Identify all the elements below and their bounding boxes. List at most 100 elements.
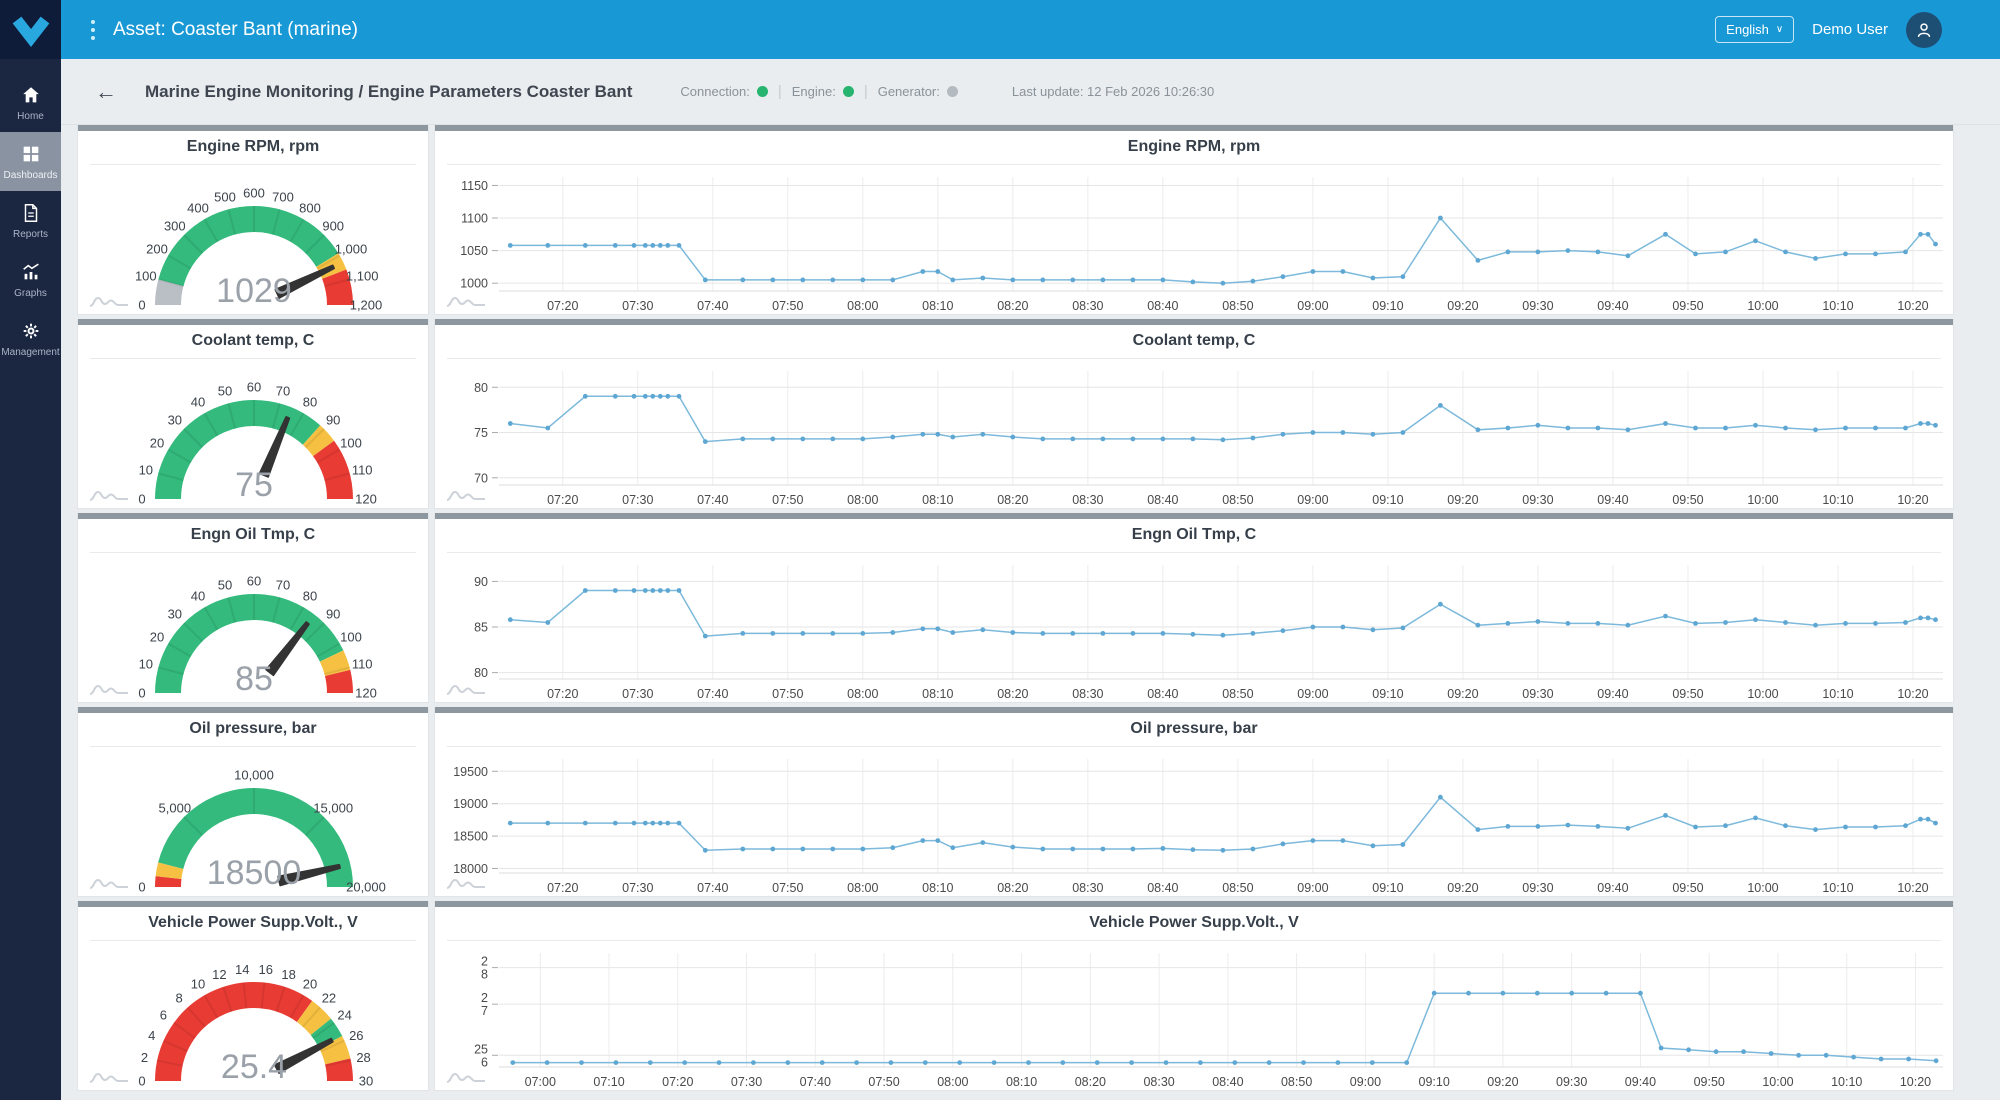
svg-text:100: 100 xyxy=(340,436,362,451)
svg-text:09:10: 09:10 xyxy=(1372,493,1403,507)
svg-text:1150: 1150 xyxy=(461,179,488,193)
sidebar-item-dashboards[interactable]: Dashboards xyxy=(0,132,61,191)
sparkline-toggle-icon[interactable] xyxy=(88,486,132,504)
svg-text:09:20: 09:20 xyxy=(1487,1075,1518,1089)
svg-text:07:20: 07:20 xyxy=(662,1075,693,1089)
svg-text:400: 400 xyxy=(187,201,209,216)
svg-text:10:20: 10:20 xyxy=(1897,493,1928,507)
svg-text:07:30: 07:30 xyxy=(622,687,653,701)
svg-text:07:50: 07:50 xyxy=(772,687,803,701)
sidebar-item-home[interactable]: Home xyxy=(0,73,61,132)
svg-text:800: 800 xyxy=(299,201,321,216)
svg-text:09:40: 09:40 xyxy=(1625,1075,1656,1089)
trend-chart[interactable]: 07:20 07:30 07:40 07:50 08:00 08:10 08:20 08:30… xyxy=(435,749,1954,897)
status-dot xyxy=(756,86,768,97)
sparkline-toggle-icon[interactable] xyxy=(445,1068,489,1086)
status-connection: Connection: xyxy=(680,84,768,99)
svg-text:07:50: 07:50 xyxy=(868,1075,899,1089)
sidebar-item-label: Dashboards xyxy=(3,170,58,181)
svg-text:09:50: 09:50 xyxy=(1672,493,1703,507)
svg-text:1029: 1029 xyxy=(216,272,292,310)
svg-text:80: 80 xyxy=(474,666,488,680)
card-top-strip xyxy=(435,901,1953,907)
svg-text:08:00: 08:00 xyxy=(847,687,878,701)
svg-text:85: 85 xyxy=(474,621,488,635)
svg-text:08:30: 08:30 xyxy=(1072,687,1103,701)
svg-text:09:10: 09:10 xyxy=(1372,299,1403,313)
svg-text:0: 0 xyxy=(138,492,145,507)
svg-text:08:50: 08:50 xyxy=(1222,493,1253,507)
svg-text:75: 75 xyxy=(235,466,273,504)
svg-text:90: 90 xyxy=(326,412,340,427)
svg-text:07:30: 07:30 xyxy=(622,299,653,313)
svg-text:10:00: 10:00 xyxy=(1747,881,1778,895)
gear-icon xyxy=(23,323,38,339)
sparkline-toggle-icon[interactable] xyxy=(445,292,489,310)
svg-text:09:10: 09:10 xyxy=(1372,881,1403,895)
trend-chart[interactable]: 07:00 07:10 07:20 07:30 07:40 07:50 08:00 08:10… xyxy=(435,943,1954,1091)
svg-text:110: 110 xyxy=(352,463,373,478)
svg-text:09:10: 09:10 xyxy=(1372,687,1403,701)
dashboard-row-engine-oil-temp: Engn Oil Tmp, C 0 10 20 30 40 50 60 70 80 90 100 110… xyxy=(77,513,1954,703)
back-button[interactable]: ← xyxy=(95,79,117,105)
sparkline-toggle-icon[interactable] xyxy=(88,1068,132,1086)
sidebar-item-reports[interactable]: Reports xyxy=(0,191,61,250)
svg-text:08:30: 08:30 xyxy=(1072,493,1103,507)
svg-text:30: 30 xyxy=(359,1074,373,1089)
chevron-logo-icon xyxy=(12,16,49,47)
language-selector[interactable]: English ∨ xyxy=(1715,16,1795,43)
sidebar-item-management[interactable]: Management xyxy=(0,309,61,368)
svg-text:20: 20 xyxy=(150,630,164,645)
svg-text:75: 75 xyxy=(474,426,488,440)
status-engine: Engine: xyxy=(792,84,854,99)
sparkline-toggle-icon[interactable] xyxy=(88,680,132,698)
sidebar-item-label: Graphs xyxy=(14,288,47,299)
chevron-down-icon: ∨ xyxy=(1775,24,1784,35)
svg-text:10:20: 10:20 xyxy=(1897,299,1928,313)
trend-chart[interactable]: 07:20 07:30 07:40 07:50 08:00 08:10 08:20 08:30… xyxy=(435,555,1954,703)
svg-text:09:00: 09:00 xyxy=(1350,1075,1381,1089)
chart-title: Engn Oil Tmp, C xyxy=(1131,526,1257,543)
sparkline-toggle-icon[interactable] xyxy=(445,486,489,504)
home-icon xyxy=(22,87,39,103)
svg-text:08:40: 08:40 xyxy=(1147,881,1178,895)
svg-text:08:20: 08:20 xyxy=(997,299,1028,313)
trend-chart[interactable]: 07:20 07:30 07:40 07:50 08:00 08:10 08:20 08:30… xyxy=(435,361,1954,509)
status-label: Generator: xyxy=(877,84,940,99)
svg-text:10:20: 10:20 xyxy=(1897,881,1928,895)
kebab-menu-icon[interactable] xyxy=(91,19,95,40)
avatar[interactable] xyxy=(1906,11,1942,48)
svg-text:85: 85 xyxy=(235,660,273,698)
sparkline-toggle-icon[interactable] xyxy=(88,874,132,892)
svg-text:10,000: 10,000 xyxy=(234,768,274,783)
svg-text:1050: 1050 xyxy=(460,244,488,258)
svg-text:90: 90 xyxy=(326,606,340,621)
svg-text:08:30: 08:30 xyxy=(1143,1075,1174,1089)
svg-text:10:20: 10:20 xyxy=(1897,687,1928,701)
svg-text:08:40: 08:40 xyxy=(1147,493,1178,507)
svg-text:20: 20 xyxy=(150,436,164,451)
sparkline-toggle-icon[interactable] xyxy=(88,292,132,310)
svg-text:09:40: 09:40 xyxy=(1597,881,1628,895)
trend-chart[interactable]: 07:20 07:30 07:40 07:50 08:00 08:10 08:20 08:30… xyxy=(435,167,1954,315)
svg-text:22: 22 xyxy=(322,990,336,1005)
svg-text:10:00: 10:00 xyxy=(1747,493,1778,507)
svg-text:15,000: 15,000 xyxy=(313,800,353,815)
app-logo[interactable] xyxy=(0,0,61,59)
sidebar-item-graphs[interactable]: Graphs xyxy=(0,250,61,309)
svg-text:27: 27 xyxy=(481,991,488,1018)
svg-text:10:10: 10:10 xyxy=(1822,299,1853,313)
svg-text:08:40: 08:40 xyxy=(1147,687,1178,701)
svg-text:1,000: 1,000 xyxy=(335,242,368,257)
svg-text:900: 900 xyxy=(322,218,344,233)
svg-text:07:40: 07:40 xyxy=(800,1075,831,1089)
sidebar-item-label: Management xyxy=(1,347,60,358)
svg-text:80: 80 xyxy=(303,395,317,410)
sparkline-toggle-icon[interactable] xyxy=(445,680,489,698)
sparkline-toggle-icon[interactable] xyxy=(445,874,489,892)
svg-text:09:30: 09:30 xyxy=(1522,881,1553,895)
card-top-strip xyxy=(78,707,428,713)
svg-text:10:20: 10:20 xyxy=(1900,1075,1931,1089)
status-label: Connection: xyxy=(680,84,750,99)
svg-text:10:10: 10:10 xyxy=(1822,881,1853,895)
